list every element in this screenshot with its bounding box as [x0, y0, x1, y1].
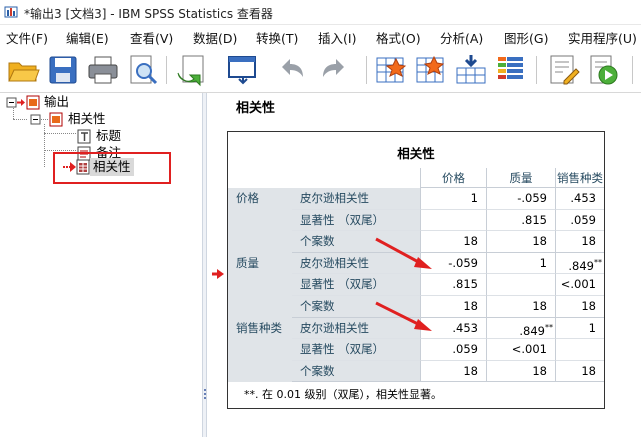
tree-leaf-label: 标题 [95, 128, 121, 143]
save-icon[interactable] [46, 53, 80, 87]
row-stat-label: 显著性 （双尾） [292, 339, 420, 361]
column-header: 销售种类 [555, 168, 604, 188]
print-preview-icon[interactable] [126, 53, 160, 87]
menu-file[interactable]: 文件(F) [6, 28, 48, 47]
table-cell: 1 [486, 252, 555, 275]
recall-dialog-icon[interactable] [226, 53, 260, 87]
export-icon[interactable] [174, 53, 208, 87]
table-cell: 18 [420, 360, 486, 383]
goto-data-icon[interactable] [374, 53, 408, 87]
column-header: 质量 [486, 168, 555, 188]
annotation-arrows [375, 237, 432, 331]
table-doc-icon [76, 159, 90, 175]
redo-icon[interactable] [318, 53, 352, 87]
table-cell: 18 [486, 296, 555, 318]
tree-leaf-correlations-selected[interactable]: 相关性 [90, 158, 134, 176]
table-cell: 1 [420, 188, 486, 210]
table-cell: .849** [486, 317, 555, 340]
table-cell: -.059 [486, 188, 555, 210]
menu-bar: 文件(F) 编辑(E) 查看(V) 数据(D) 转换(T) 插入(I) 格式(O… [0, 25, 641, 47]
menu-analyze[interactable]: 分析(A) [440, 28, 483, 47]
significance-marker: ** [594, 257, 602, 267]
table-cell: .815 [486, 209, 555, 232]
table-cell [486, 274, 555, 296]
pane-splitter[interactable] [202, 93, 207, 437]
row-stat-label: 个案数 [292, 361, 420, 383]
pivot-title: 相关性 [397, 146, 435, 161]
table-cell: 18 [555, 296, 604, 318]
table-cell: .453 [555, 188, 604, 210]
menu-view[interactable]: 查看(V) [130, 28, 173, 47]
column-header: 价格 [420, 168, 486, 188]
goto-case-icon[interactable] [414, 53, 448, 87]
table-cell: 18 [486, 360, 555, 383]
menu-graphs[interactable]: 图形(G) [504, 28, 548, 47]
menu-utilities[interactable]: 实用程序(U) [568, 28, 637, 47]
table-cell: 1 [555, 317, 604, 340]
tree-node-label: 相关性 [67, 111, 106, 126]
row-group-label: 销售种类 [236, 320, 282, 335]
menu-transform[interactable]: 转换(T) [256, 28, 298, 47]
tree-root-label: 输出 [43, 94, 69, 109]
table-footnote: **. 在 0.01 级别（双尾），相关性显著。 [244, 388, 442, 402]
significance-marker: ** [545, 322, 553, 332]
goto-variable-icon[interactable] [454, 53, 488, 87]
menu-data[interactable]: 数据(D) [193, 28, 237, 47]
table-cell: <.001 [486, 339, 555, 361]
output-heading: 相关性 [236, 101, 276, 116]
undo-icon[interactable] [274, 53, 308, 87]
table-cell: 18 [555, 231, 604, 253]
expand-icon [30, 112, 63, 126]
print-icon[interactable] [86, 53, 120, 87]
row-group-label: 质量 [236, 255, 259, 270]
window-title: *输出3 [文档3] - IBM SPSS Statistics 查看器 [24, 7, 273, 21]
title-bar: *输出3 [文档3] - IBM SPSS Statistics 查看器 [0, 0, 641, 25]
row-stat-label: 显著性 （双尾） [292, 210, 420, 232]
create-title-icon[interactable] [546, 53, 580, 87]
open-folder-icon[interactable] [6, 53, 40, 87]
table-cell: .849** [555, 252, 604, 275]
spss-app-icon [4, 5, 18, 19]
table-cell: 18 [555, 360, 604, 383]
variables-icon[interactable] [494, 53, 528, 87]
table-cell [420, 209, 486, 232]
table-cell: .059 [555, 209, 604, 232]
table-cell: <.001 [555, 274, 604, 296]
toolbar [0, 48, 641, 93]
row-group-label: 价格 [236, 191, 259, 205]
row-stat-label: 皮尔逊相关性 [292, 188, 420, 210]
table-cell: .059 [420, 339, 486, 361]
run-script-icon[interactable] [586, 53, 620, 87]
current-output-arrow-icon [212, 269, 224, 279]
table-cell: 18 [486, 231, 555, 253]
menu-edit[interactable]: 编辑(E) [66, 28, 109, 47]
menu-insert[interactable]: 插入(I) [318, 28, 356, 47]
table-cell [555, 339, 604, 361]
menu-format[interactable]: 格式(O) [376, 28, 421, 47]
